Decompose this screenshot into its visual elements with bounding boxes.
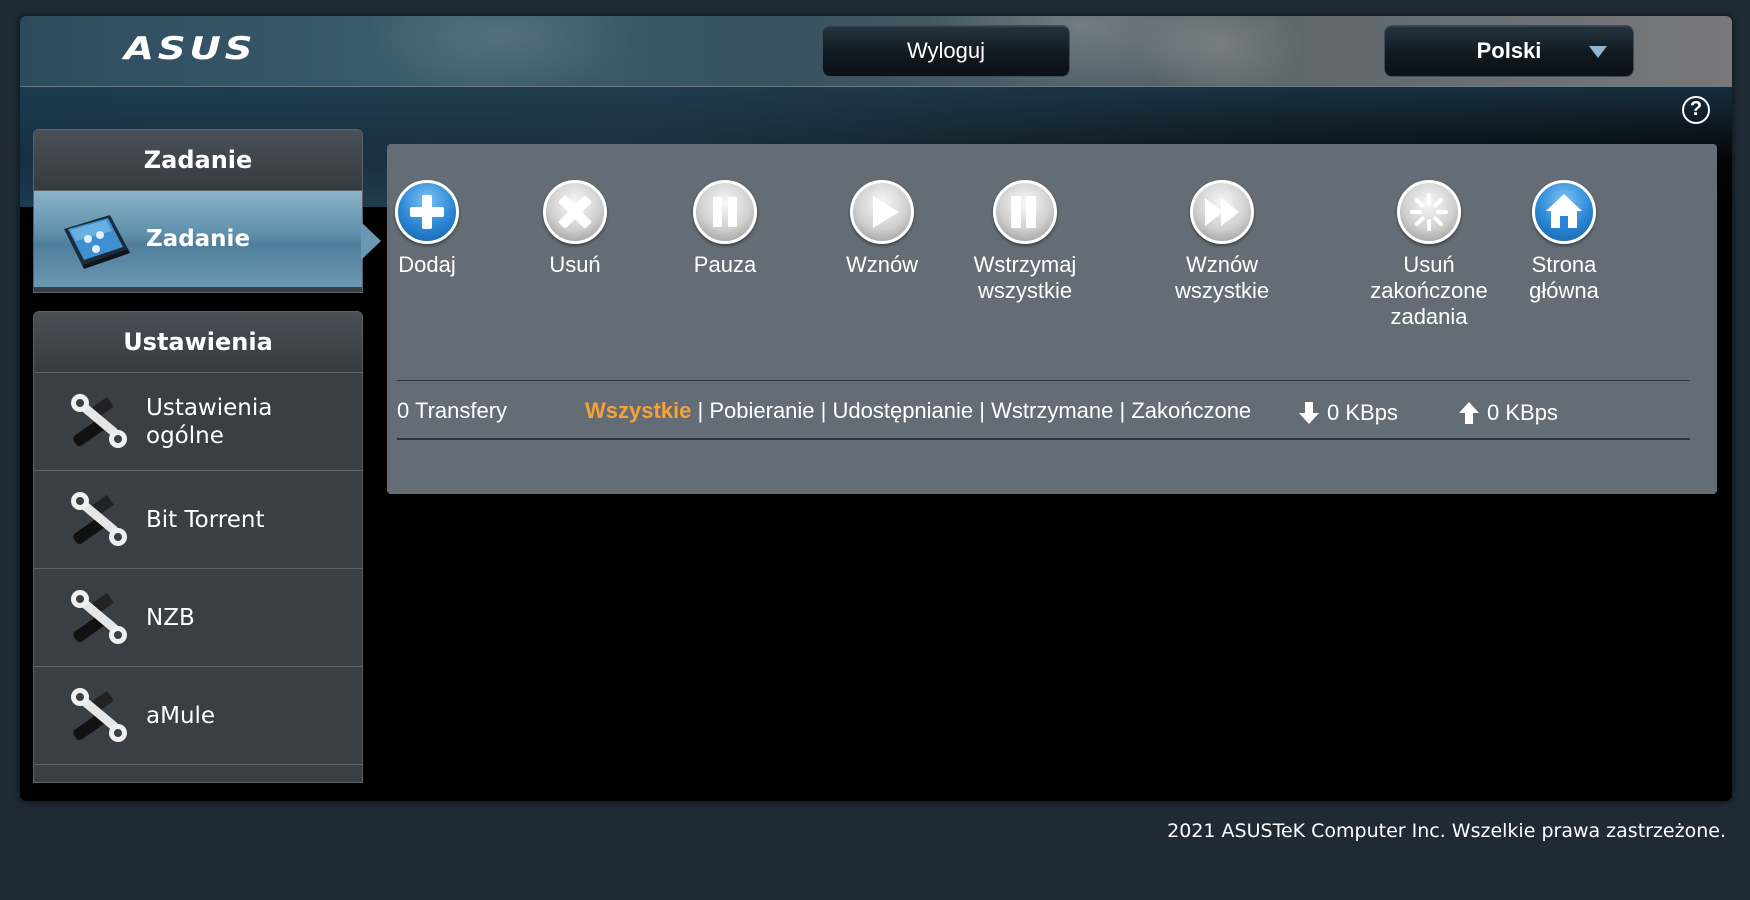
divider <box>397 438 1690 440</box>
sidebar-item-label: Zadanie <box>146 226 251 252</box>
filter-all[interactable]: Wszystkie <box>585 398 691 423</box>
delete-label: Usuń <box>549 252 601 277</box>
sidebar-item-nzb[interactable]: NZB <box>34 569 362 667</box>
tools-icon <box>71 492 127 546</box>
chevron-down-icon <box>1589 46 1607 58</box>
filter-separator: | <box>814 398 833 423</box>
sidebar-item-amule[interactable]: aMule <box>34 667 362 765</box>
resume-all-button[interactable]: Wznów wszystkie <box>1137 144 1307 304</box>
sidebar-item-task[interactable]: Zadanie <box>34 191 362 287</box>
sidebar-item-label: Bit Torrent <box>146 506 265 533</box>
tools-icon <box>71 394 127 448</box>
home-label: Strona główna <box>1529 252 1599 303</box>
copyright-footer: 2021 ASUSTeK Computer Inc. Wszelkie praw… <box>1167 820 1726 842</box>
sidebar-task-section: Zadanie Zadanie <box>33 129 363 293</box>
resume-all-label: Wznów wszystkie <box>1174 252 1270 303</box>
transfer-count: 0 Transfery <box>397 398 508 423</box>
add-label: Dodaj <box>398 252 456 277</box>
tools-icon <box>71 590 127 644</box>
plus-icon <box>410 195 444 229</box>
home-button[interactable]: Strona główna <box>1509 144 1619 304</box>
filter-paused[interactable]: Wstrzymane <box>991 398 1113 423</box>
filter-separator: | <box>973 398 992 423</box>
upload-speed: 0 KBps <box>1459 400 1558 426</box>
upload-speed-value: 0 KBps <box>1487 400 1558 425</box>
pause-all-label: Wstrzymaj wszystkie <box>973 252 1077 303</box>
pause-all-button[interactable]: Wstrzymaj wszystkie <box>935 144 1115 304</box>
play-icon <box>873 196 899 228</box>
pause-label: Pauza <box>693 252 757 277</box>
filter-seeding[interactable]: Udostępnianie <box>832 398 973 423</box>
sidebar-item-label: NZB <box>146 604 195 631</box>
divider <box>397 380 1690 381</box>
add-button[interactable]: Dodaj <box>387 144 467 278</box>
top-header: ASUS Wyloguj Polski <box>20 16 1732 87</box>
home-icon <box>1546 194 1582 228</box>
asus-logo[interactable]: ASUS <box>124 31 256 67</box>
task-monitor-icon <box>64 215 130 269</box>
active-pointer <box>361 222 381 260</box>
download-arrow-icon <box>1299 402 1319 424</box>
resume-button[interactable]: Wznów <box>827 144 937 278</box>
sidebar-settings-section: Ustawienia Ustawienia ogólne Bit Torrent <box>33 311 363 783</box>
language-label: Polski <box>1476 38 1542 63</box>
filter-downloading[interactable]: Pobieranie <box>709 398 814 423</box>
task-panel: Dodaj Usuń Pauza Wznów Wstrzymaj wszystk… <box>387 144 1717 494</box>
sidebar-task-title: Zadanie <box>34 130 362 191</box>
filter-separator: | <box>691 398 710 423</box>
download-speed: 0 KBps <box>1299 400 1398 426</box>
sidebar-item-label: aMule <box>146 702 216 729</box>
pause-all-icon <box>1011 196 1036 228</box>
pause-button[interactable]: Pauza <box>670 144 780 278</box>
fast-forward-icon <box>1205 198 1239 226</box>
filter-completed[interactable]: Zakończone <box>1131 398 1251 423</box>
delete-button[interactable]: Usuń <box>525 144 625 278</box>
language-select[interactable]: Polski <box>1384 25 1634 77</box>
pause-icon <box>713 197 737 227</box>
spinner-icon <box>1410 193 1448 231</box>
resume-label: Wznów <box>845 252 919 277</box>
help-icon[interactable]: ? <box>1682 96 1710 124</box>
upload-arrow-icon <box>1459 402 1479 424</box>
tools-icon <box>71 688 127 742</box>
sidebar-item-general-settings[interactable]: Ustawienia ogólne <box>34 373 362 471</box>
sidebar-item-label: Ustawienia ogólne <box>146 394 273 449</box>
filter-tabs: Wszystkie | Pobieranie | Udostępnianie |… <box>585 398 1251 424</box>
sidebar-item-bittorrent[interactable]: Bit Torrent <box>34 471 362 569</box>
app-window: ASUS Wyloguj Polski ? Zadanie Zadanie Us… <box>20 16 1732 801</box>
sidebar-settings-title: Ustawienia <box>34 312 362 373</box>
clear-completed-button[interactable]: Usuń zakończone zadania <box>1354 144 1504 330</box>
logout-button[interactable]: Wyloguj <box>822 25 1070 77</box>
clear-completed-label: Usuń zakończone zadania <box>1370 252 1488 329</box>
close-icon <box>558 195 592 229</box>
download-speed-value: 0 KBps <box>1327 400 1398 425</box>
filter-separator: | <box>1113 398 1132 423</box>
